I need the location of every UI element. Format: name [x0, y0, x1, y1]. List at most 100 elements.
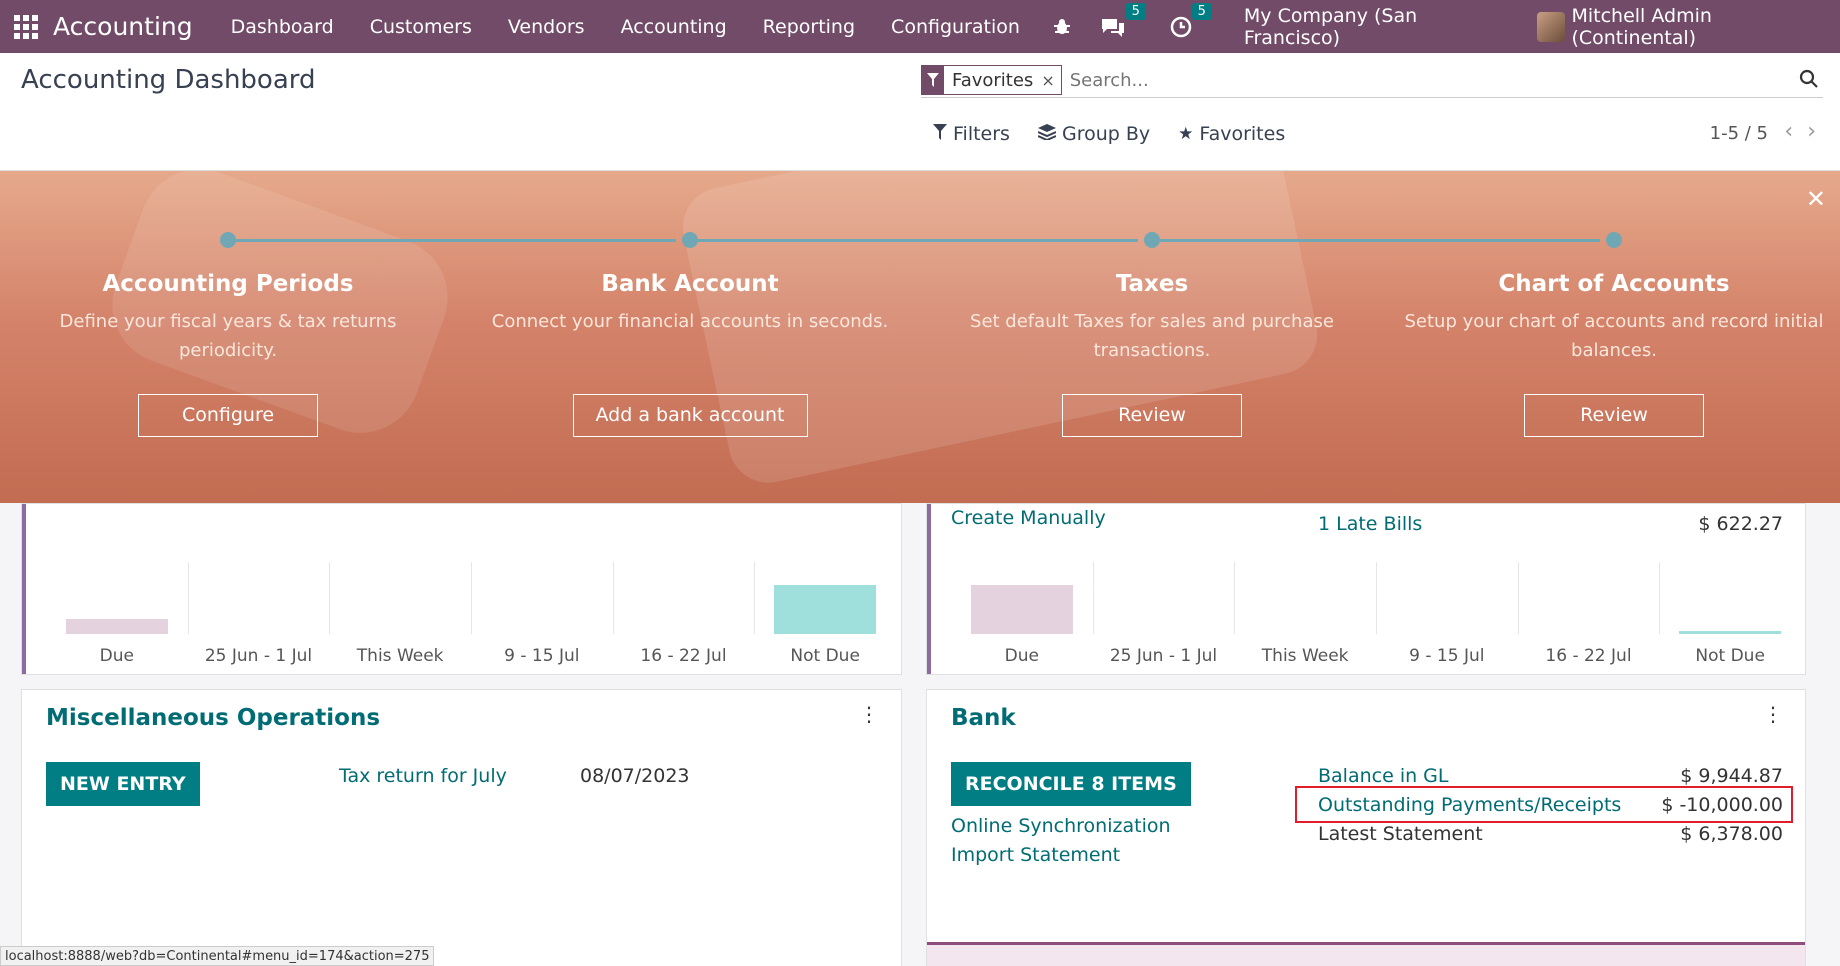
close-icon[interactable]: ✕	[1806, 185, 1826, 213]
tax-return-link[interactable]: Tax return for July	[339, 765, 507, 787]
chart-x-label: Not Due	[790, 646, 860, 666]
card-title[interactable]: Bank	[951, 705, 1016, 731]
chevron-right-icon[interactable]: ›	[1807, 119, 1816, 144]
favorites-button[interactable]: ★ Favorites	[1178, 123, 1285, 145]
kebab-menu-icon[interactable]: ⋮	[1763, 704, 1783, 724]
create-manually-link[interactable]: Create Manually	[951, 507, 1106, 529]
chart-gridline	[612, 562, 614, 634]
tax-return-date: 08/07/2023	[580, 765, 690, 787]
messages-badge: 5	[1125, 2, 1146, 20]
chart-bar[interactable]	[65, 619, 168, 634]
menu-customers[interactable]: Customers	[352, 16, 490, 38]
step-dot	[1144, 232, 1160, 248]
add-bank-account-button[interactable]: Add a bank account	[572, 394, 808, 437]
chart-x-label: This Week	[356, 646, 444, 666]
company-switcher[interactable]: My Company (San Francisco)	[1244, 5, 1507, 49]
progress-line	[698, 239, 1138, 242]
onboarding-banner: ✕ Accounting Periods Define your fiscal …	[0, 171, 1840, 503]
chart-gridline	[471, 562, 472, 634]
chart-gridline	[187, 562, 189, 634]
menu-accounting[interactable]: Accounting	[603, 16, 745, 38]
bank-card: Bank ⋮ RECONCILE 8 ITEMS Online Synchron…	[926, 689, 1806, 966]
kebab-menu-icon[interactable]: ⋮	[859, 704, 879, 724]
chart-gridline	[1517, 562, 1519, 634]
search-icon[interactable]	[1799, 69, 1819, 93]
highlight-box	[1295, 786, 1793, 823]
right-bar-chart: Due 25 Jun - 1 Jul This Week 9 - 15 Jul 16 -…	[951, 562, 1801, 666]
avatar	[1536, 11, 1566, 42]
menu-vendors[interactable]: Vendors	[490, 16, 603, 38]
menu-reporting[interactable]: Reporting	[745, 16, 873, 38]
late-bills-amount: $ 622.27	[1698, 513, 1783, 535]
chart-gridline	[1659, 562, 1661, 634]
new-entry-button[interactable]: NEW ENTRY	[46, 762, 200, 806]
top-navbar: Accounting Dashboard Customers Vendors A…	[0, 0, 1840, 53]
chart-gridline	[754, 562, 756, 634]
chart-gridline	[1092, 562, 1094, 634]
import-statement-link[interactable]: Import Statement	[951, 844, 1120, 866]
funnel-icon	[933, 123, 947, 145]
bug-icon[interactable]	[1052, 17, 1072, 37]
chart-x-label: 25 Jun - 1 Jul	[204, 646, 313, 666]
menu-dashboard[interactable]: Dashboard	[213, 16, 352, 38]
step-dot	[220, 232, 236, 248]
configure-button[interactable]: Configure	[138, 394, 318, 437]
misc-operations-card: Miscellaneous Operations ⋮ NEW ENTRY Tax…	[21, 689, 902, 966]
app-name[interactable]: Accounting	[53, 12, 193, 41]
navbar-systray: 5 5 My Company (San Francisco) Mitchell …	[1038, 0, 1840, 53]
pager-value[interactable]: 1-5 / 5	[1710, 123, 1768, 144]
user-menu[interactable]: Mitchell Admin (Continental)	[1536, 4, 1830, 49]
chart-x-label: Not Due	[1695, 646, 1765, 666]
card-accent	[927, 504, 931, 674]
online-sync-link[interactable]: Online Synchronization	[951, 815, 1171, 837]
review-taxes-button[interactable]: Review	[1062, 394, 1242, 437]
menu-configuration[interactable]: Configuration	[873, 16, 1038, 38]
step-title: Chart of Accounts	[1498, 271, 1730, 297]
reconcile-button[interactable]: RECONCILE 8 ITEMS	[951, 762, 1191, 806]
step-dot	[1606, 232, 1622, 248]
step-bank-account: Bank Account Connect your financial acco…	[480, 271, 900, 437]
chart-x-label: 16 - 22 Jul	[1545, 646, 1632, 666]
step-description: Setup your chart of accounts and record …	[1404, 311, 1824, 361]
chevron-left-icon[interactable]: ‹	[1784, 119, 1793, 144]
messages-icon[interactable]: 5	[1100, 2, 1146, 38]
chart-x-label: Due	[99, 646, 134, 666]
facet-remove-icon[interactable]: ×	[1041, 71, 1060, 90]
user-name: Mitchell Admin (Continental)	[1571, 4, 1712, 49]
search-options: Filters Group By ★ Favorites	[933, 123, 1313, 145]
activities-clock-icon[interactable]: 5	[1170, 2, 1212, 38]
chart-gridline	[329, 562, 331, 634]
chart-bar[interactable]	[1679, 631, 1782, 634]
page-title: Accounting Dashboard	[21, 65, 316, 95]
chart-x-label: Due	[1004, 646, 1039, 666]
balance-gl-link[interactable]: Balance in GL	[1318, 765, 1449, 787]
groupby-button[interactable]: Group By	[1037, 123, 1151, 145]
card-title[interactable]: Miscellaneous Operations	[46, 705, 380, 731]
chart-x-label: 25 Jun - 1 Jul	[1109, 646, 1218, 666]
progress-line	[1160, 239, 1600, 242]
step-description: Define your fiscal years & tax returns p…	[59, 311, 397, 361]
activities-badge: 5	[1191, 2, 1212, 20]
main-menu: Dashboard Customers Vendors Accounting R…	[213, 16, 1038, 38]
left-bar-chart: Due 25 Jun - 1 Jul This Week 9 - 15 Jul 16 -…	[46, 562, 896, 666]
card-accent	[22, 504, 26, 674]
chart-bar[interactable]	[970, 585, 1073, 634]
search-facet: Favorites ×	[921, 65, 1062, 95]
step-taxes: Taxes Set default Taxes for sales and pu…	[942, 271, 1362, 437]
search-input[interactable]	[1069, 69, 1823, 91]
review-accounts-button[interactable]: Review	[1524, 394, 1704, 437]
step-title: Accounting Periods	[102, 271, 354, 297]
status-bar-url: localhost:8888/web?db=Continental#menu_i…	[0, 946, 435, 966]
filters-button[interactable]: Filters	[933, 123, 1010, 145]
balance-gl-value: $ 9,944.87	[1680, 765, 1783, 787]
chart-bar[interactable]	[774, 585, 877, 634]
purchase-journal-card: Create Manually 1 Late Bills $ 622.27 Du…	[926, 503, 1806, 675]
apps-menu-icon[interactable]	[14, 14, 38, 39]
groupby-label: Group By	[1061, 123, 1151, 145]
latest-statement-value: $ 6,378.00	[1680, 823, 1783, 845]
late-bills-link[interactable]: 1 Late Bills	[1318, 513, 1422, 535]
layers-icon	[1037, 123, 1057, 145]
chart-x-label: 9 - 15 Jul	[504, 646, 580, 666]
search-bar: Favorites ×	[921, 63, 1823, 98]
chart-gridline	[1234, 562, 1236, 634]
